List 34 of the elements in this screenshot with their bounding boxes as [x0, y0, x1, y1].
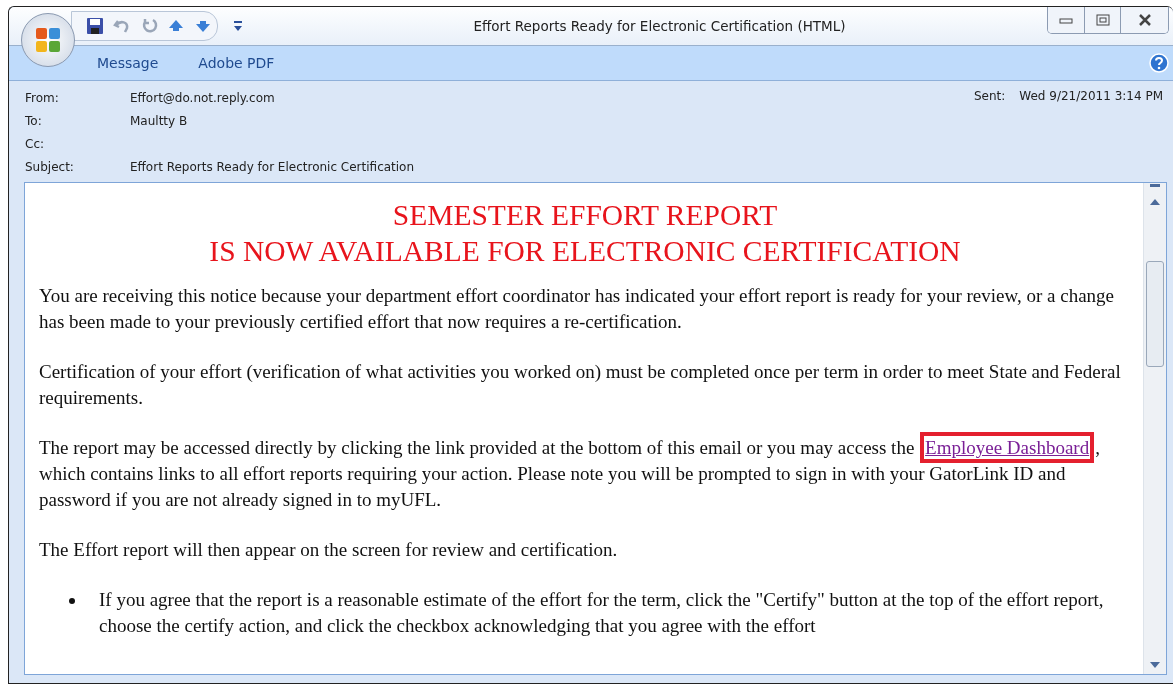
customize-menu-icon[interactable]: [233, 19, 243, 33]
minimize-button[interactable]: [1048, 7, 1084, 33]
scrollbar[interactable]: [1143, 183, 1166, 674]
save-icon[interactable]: [86, 17, 104, 35]
maximize-button[interactable]: [1084, 7, 1120, 33]
header-value: Effort Reports Ready for Electronic Certification: [130, 159, 415, 174]
ribbon-tab[interactable]: Message: [97, 53, 159, 73]
body-paragraph: The report may be accessed directly by clicking the link provided at the bottom of this email or you may access the Employee Dashboard , which contains links to all effort reports requiring your action. Please note you will be prompted to sign in with your GatorLink ID and password if you are not already signed in to myUFL.: [39, 435, 1131, 513]
restore-icon[interactable]: [1095, 14, 1110, 26]
header-label: Subject:: [25, 159, 75, 174]
help-icon[interactable]: [1149, 53, 1169, 73]
header-value: Effort@do.not.reply.com: [130, 90, 275, 105]
heading-line: SEMESTER EFFORT REPORT: [392, 198, 778, 233]
body-paragraph: Certification of your effort (verification of what activities you worked on) must be completed once per term in order to meet State and Federal requirements.: [39, 360, 1122, 410]
ribbon-tab[interactable]: Adobe PDF: [198, 53, 275, 73]
bullet-icon: [69, 598, 75, 604]
body-paragraph: The Effort report will then appear on the screen for review and certification.: [39, 538, 619, 562]
redo-icon[interactable]: [140, 17, 158, 35]
logo-icon[interactable]: [33, 25, 63, 55]
header-label: Cc:: [25, 136, 46, 151]
minimize-icon[interactable]: [1059, 16, 1073, 24]
sent-date: Wed 9/21/2011 3:14 PM: [1019, 89, 1163, 103]
heading-line: IS NOW AVAILABLE FOR ELECTRONIC CERTIFICATION: [209, 234, 961, 269]
window-title: Effort Reports Ready for Electronic Certification (HTML): [472, 18, 847, 34]
close-icon[interactable]: [1137, 14, 1152, 26]
body-paragraph: You are receiving this notice because your department effort coordinator has indicated your effort report is ready for your review, or a change has been made to your previously certified effort that now requires a re-certification.: [39, 284, 1116, 334]
dashboard-link[interactable]: Employee Dashboard: [925, 437, 1090, 458]
header-value: Maultty B: [130, 113, 188, 128]
bullet-text: If you agree that the report is a reasonable estimate of the effort for the term, click the "Certify" button at the top of the effort report, choose the certify action, and click the checkbox acknowledging that you agree with the effort: [99, 588, 1105, 638]
close-button[interactable]: [1120, 7, 1168, 33]
header-label: From:: [25, 90, 60, 105]
scroll-thumb[interactable]: [1146, 261, 1164, 367]
header-label: To:: [25, 113, 43, 128]
header-label: Sent:: [973, 89, 1006, 103]
